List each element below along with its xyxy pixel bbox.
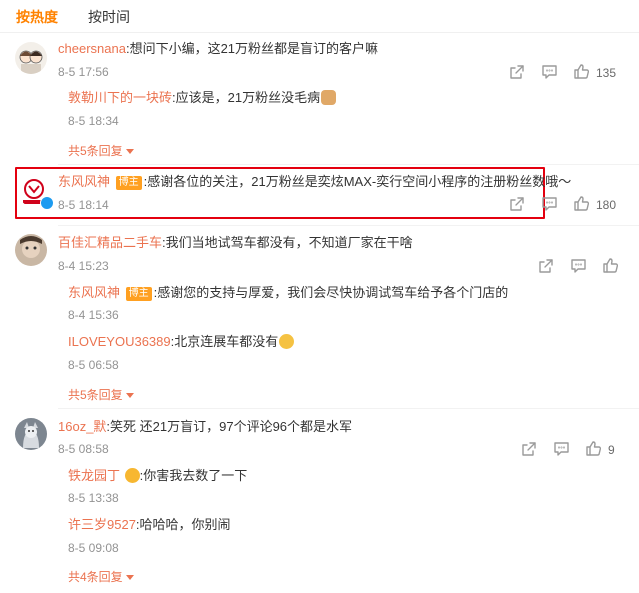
- username-link[interactable]: ILOVEYOU36389: [68, 334, 171, 349]
- comment-text: :我们当地试驾车都没有，不知道厂家在干啥: [162, 235, 413, 250]
- reply-text: :哈哈哈，你别闹: [135, 517, 231, 532]
- more-replies-link[interactable]: 共5条回复: [68, 386, 134, 403]
- share-icon[interactable]: [509, 196, 525, 212]
- dog-emoji-icon: [321, 90, 337, 105]
- username-link[interactable]: cheersnana: [58, 41, 126, 56]
- comment-text: :笑死 还21万盲订，97个评论96个都是水军: [106, 419, 353, 434]
- comment-icon[interactable]: [570, 258, 587, 274]
- comment-time: 8-5 18:14: [58, 198, 109, 212]
- share-icon[interactable]: [538, 258, 554, 274]
- reply-line: 东风风神 博主:感谢您的支持与厚爱，我们会尽快协调试驾车给予各个门店的: [68, 284, 508, 302]
- comment-divider: [58, 225, 639, 226]
- caret-down-icon: [125, 149, 134, 154]
- reply-line: ILOVEYOU36389:北京连展车都没有: [68, 333, 295, 351]
- comment-line: 16oz_默:笑死 还21万盲订，97个评论96个都是水军: [58, 418, 352, 436]
- author-badge: 博主: [125, 287, 152, 301]
- reply-time: 8-5 06:58: [68, 358, 119, 372]
- reply-time: 8-5 18:34: [68, 114, 119, 128]
- like-count: 135: [596, 66, 617, 80]
- like-icon[interactable]: [573, 63, 590, 80]
- comment-divider: [58, 164, 639, 165]
- more-replies-label: 共5条回复: [68, 388, 123, 402]
- kiss-face-emoji-icon: [124, 468, 140, 483]
- caret-down-icon: [125, 575, 134, 580]
- caret-down-icon: [125, 393, 134, 398]
- reply-time: 8-5 09:08: [68, 541, 119, 555]
- reply-line: 许三岁9527:哈哈哈，你别闹: [68, 516, 231, 534]
- comment-text: :感谢各位的关注，21万粉丝是奕炫MAX-奕行空间小程序的注册粉丝数哦～: [143, 174, 572, 189]
- username-link[interactable]: 东风风神: [58, 174, 110, 189]
- more-replies-label: 共5条回复: [68, 144, 123, 158]
- username-link[interactable]: 百佳汇精品二手车: [58, 235, 162, 250]
- reply-line: 敦勒川下的一块砖:应该是，21万粉丝没毛病: [68, 89, 337, 107]
- share-icon[interactable]: [521, 441, 537, 457]
- username-link[interactable]: 许三岁9527: [68, 517, 136, 532]
- reply-text: :感谢您的支持与厚爱，我们会尽快协调试驾车给予各个门店的: [153, 285, 509, 300]
- comment-line: 东风风神 博主:感谢各位的关注，21万粉丝是奕炫MAX-奕行空间小程序的注册粉丝…: [58, 173, 571, 191]
- tab-by-popularity[interactable]: 按热度: [16, 7, 58, 27]
- avatar[interactable]: [15, 234, 47, 266]
- like-count: 9: [608, 443, 615, 457]
- username-link[interactable]: 16oz_默: [58, 419, 106, 434]
- username-link[interactable]: 铁龙园丁: [68, 468, 120, 483]
- tab-by-time[interactable]: 按时间: [88, 7, 130, 27]
- reply-time: 8-4 15:36: [68, 308, 119, 322]
- more-replies-link[interactable]: 共5条回复: [68, 142, 134, 159]
- comment-icon[interactable]: [541, 196, 558, 212]
- comment-icon[interactable]: [553, 441, 570, 457]
- verified-icon: [40, 196, 54, 210]
- reply-text: :应该是，21万粉丝没毛病: [172, 90, 321, 105]
- like-icon[interactable]: [573, 195, 590, 212]
- shy-face-emoji-icon: [279, 334, 295, 349]
- comment-time: 8-4 15:23: [58, 259, 109, 273]
- comment-line: 百佳汇精品二手车:我们当地试驾车都没有，不知道厂家在干啥: [58, 234, 413, 252]
- comment-time: 8-5 08:58: [58, 442, 109, 456]
- comment-divider: [58, 408, 639, 409]
- reply-line: 铁龙园丁 :你害我去数了一下: [68, 467, 247, 485]
- like-icon[interactable]: [602, 257, 619, 274]
- tab-divider: [0, 32, 639, 33]
- more-replies-link[interactable]: 共4条回复: [68, 568, 134, 585]
- comment-line: cheersnana:想问下小编，这21万粉丝都是盲订的客户嘛: [58, 40, 378, 58]
- like-icon[interactable]: [585, 440, 602, 457]
- more-replies-label: 共4条回复: [68, 570, 123, 584]
- avatar[interactable]: [15, 418, 47, 450]
- comment-text: :想问下小编，这21万粉丝都是盲订的客户嘛: [125, 41, 379, 56]
- like-count: 180: [596, 198, 617, 212]
- username-link[interactable]: 东风风神: [68, 285, 120, 300]
- reply-text: :北京连展车都没有: [170, 334, 279, 349]
- share-icon[interactable]: [509, 64, 525, 80]
- comment-time: 8-5 17:56: [58, 65, 109, 79]
- reply-time: 8-5 13:38: [68, 491, 119, 505]
- author-badge: 博主: [115, 176, 142, 190]
- username-link[interactable]: 敦勒川下的一块砖: [68, 90, 172, 105]
- comment-icon[interactable]: [541, 64, 558, 80]
- avatar[interactable]: [15, 42, 47, 74]
- reply-text: :你害我去数了一下: [139, 468, 248, 483]
